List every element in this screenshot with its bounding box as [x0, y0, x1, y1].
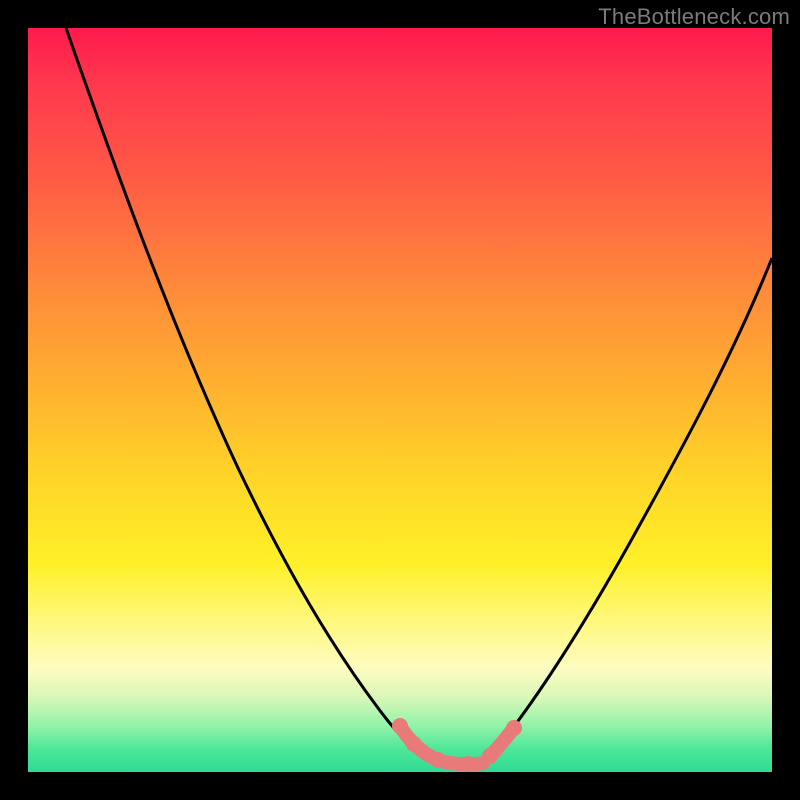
left-curve — [66, 28, 438, 766]
right-curve — [490, 258, 772, 756]
chart-overlay — [28, 28, 772, 772]
watermark-text: TheBottleneck.com — [598, 4, 790, 30]
chart-frame: TheBottleneck.com — [0, 0, 800, 800]
